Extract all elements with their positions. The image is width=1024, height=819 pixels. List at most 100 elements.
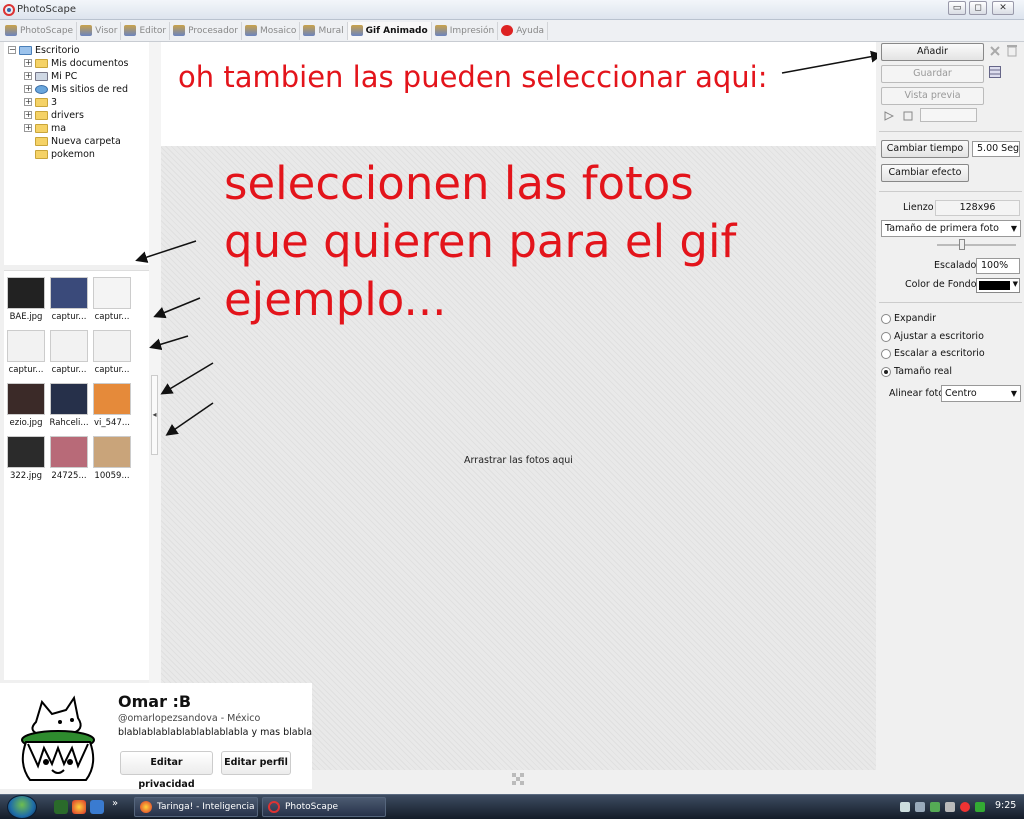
usb-tray-icon[interactable] xyxy=(915,802,925,812)
tree-item[interactable]: + Mis documentos xyxy=(24,57,129,69)
tab-ayuda[interactable]: Ayuda xyxy=(498,21,549,40)
edit-profile-button[interactable]: Editar perfil xyxy=(221,751,291,775)
collapse-icon[interactable]: − xyxy=(8,46,16,54)
show-desktop-icon[interactable] xyxy=(54,800,68,814)
tab-editor[interactable]: Editor xyxy=(121,21,171,40)
tab-impresion[interactable]: Impresión xyxy=(432,21,499,40)
thumbnail[interactable]: captur... xyxy=(92,277,132,327)
playback-progress xyxy=(920,108,977,122)
taskbar-item-photoscape[interactable]: PhotoScape xyxy=(262,797,386,817)
expand-icon[interactable]: + xyxy=(24,59,32,67)
thumbnail[interactable]: captur... xyxy=(49,330,89,380)
thumbnail-image xyxy=(93,383,131,415)
scale-slider-track[interactable] xyxy=(937,244,1016,246)
thumbnail[interactable]: 322.jpg xyxy=(6,436,46,486)
add-button[interactable]: Añadir xyxy=(881,43,984,61)
radio-tamano-real[interactable]: Tamaño real xyxy=(881,366,952,377)
canvas-size-label: Lienzo xyxy=(903,202,934,213)
tab-procesador[interactable]: Procesador xyxy=(170,21,242,40)
play-icon[interactable] xyxy=(884,111,894,121)
thumbnail[interactable]: vi_547... xyxy=(92,383,132,433)
thumbnail-image xyxy=(93,277,131,309)
maximize-button[interactable]: ◻ xyxy=(969,1,987,15)
tree-item[interactable]: + ma xyxy=(24,122,66,134)
thumbnail-image xyxy=(7,277,45,309)
help-icon xyxy=(501,25,514,36)
update-tray-icon[interactable] xyxy=(975,802,985,812)
drop-hint: Arrastrar las fotos aqui xyxy=(464,455,573,466)
taskbar-item-browser[interactable]: Taringa! - Inteligencia ... xyxy=(134,797,258,817)
chevron-down-icon: ▼ xyxy=(1012,280,1018,288)
thumbnail[interactable]: captur... xyxy=(92,330,132,380)
photoscape-icon xyxy=(5,25,17,36)
thumbnail-image xyxy=(7,383,45,415)
thumbnail[interactable]: 10059... xyxy=(92,436,132,486)
alert-tray-icon[interactable] xyxy=(960,802,970,812)
background-color-picker[interactable]: ▼ xyxy=(976,278,1020,293)
tab-mural[interactable]: Mural xyxy=(300,21,348,40)
tree-item[interactable]: pokemon xyxy=(35,148,95,160)
profile-handle: @omarlopezsandova - México xyxy=(118,713,261,724)
chrome-icon[interactable] xyxy=(72,800,86,814)
tree-item[interactable]: +3 xyxy=(24,96,57,108)
frame-strip-area[interactable] xyxy=(161,42,876,146)
change-effect-button[interactable]: Cambiar efecto xyxy=(881,164,969,182)
scale-input[interactable]: 100% xyxy=(976,258,1020,274)
preview-button[interactable]: Vista previa xyxy=(881,87,984,105)
radio-escalar[interactable]: Escalar a escritorio xyxy=(881,348,985,359)
radio-icon xyxy=(881,313,891,324)
tree-root-escritorio[interactable]: − Escritorio xyxy=(8,44,80,56)
expand-icon[interactable]: + xyxy=(24,98,32,106)
collapse-panel-handle[interactable]: ◂ xyxy=(151,375,158,455)
thumbnail[interactable]: captur... xyxy=(49,277,89,327)
thumbnail[interactable]: captur... xyxy=(6,330,46,380)
expand-icon[interactable]: + xyxy=(24,85,32,93)
tree-item[interactable]: Nueva carpeta xyxy=(35,135,121,147)
quicklaunch-overflow-icon[interactable]: » xyxy=(112,798,118,809)
tab-visor[interactable]: Visor xyxy=(77,21,122,40)
scale-slider-thumb[interactable] xyxy=(959,239,965,250)
tree-item[interactable]: + Mi PC xyxy=(24,70,77,82)
stop-icon[interactable] xyxy=(903,111,913,121)
canvas-size-select-value: Tamaño de primera foto xyxy=(885,223,999,234)
thumbnail[interactable]: BAE.jpg xyxy=(6,277,46,327)
tab-mosaico[interactable]: Mosaico xyxy=(242,21,301,40)
network-tray-icon[interactable] xyxy=(900,802,910,812)
mosaic-icon xyxy=(245,25,257,36)
radio-ajustar[interactable]: Ajustar a escritorio xyxy=(881,331,984,342)
tab-photoscape[interactable]: PhotoScape xyxy=(2,21,78,40)
tree-item[interactable]: + drivers xyxy=(24,109,84,121)
remove-icon[interactable] xyxy=(989,45,1001,57)
expand-icon[interactable]: + xyxy=(24,72,32,80)
photo-thumbnails: BAE.jpg captur... captur... captur... ca… xyxy=(4,270,149,680)
save-button[interactable]: Guardar xyxy=(881,65,984,83)
tab-gif-animado[interactable]: Gif Animado xyxy=(347,21,432,40)
expand-icon[interactable]: + xyxy=(24,111,32,119)
editor-icon xyxy=(124,25,137,36)
change-time-button[interactable]: Cambiar tiempo xyxy=(881,140,969,158)
canvas-size-select[interactable]: Tamaño de primera foto ▼ xyxy=(881,220,1021,237)
folder-icon xyxy=(35,58,48,68)
thumbnail[interactable]: ezio.jpg xyxy=(6,383,46,433)
trash-icon[interactable] xyxy=(1006,44,1018,57)
frames-list-icon[interactable] xyxy=(989,66,1001,78)
thumbnail-caption: BAE.jpg xyxy=(9,312,43,322)
thumbnail[interactable]: Rahceli... xyxy=(49,383,89,433)
antivirus-tray-icon[interactable] xyxy=(930,802,940,812)
taskbar-clock[interactable]: 9:25 xyxy=(995,800,1016,811)
explorer-icon[interactable] xyxy=(90,800,104,814)
close-button[interactable]: ✕ xyxy=(992,1,1014,15)
align-select[interactable]: Centro ▼ xyxy=(941,385,1021,402)
thumbnail-image xyxy=(7,330,45,362)
volume-tray-icon[interactable] xyxy=(945,802,955,812)
minimize-button[interactable]: ▭ xyxy=(948,1,966,15)
radio-expandir[interactable]: Expandir xyxy=(881,313,936,324)
edit-privacy-button[interactable]: Editar privacidad xyxy=(120,751,213,790)
computer-icon xyxy=(35,71,48,81)
expand-icon[interactable]: + xyxy=(24,124,32,132)
tree-item[interactable]: + Mis sitios de red xyxy=(24,83,128,95)
start-button[interactable] xyxy=(7,795,37,819)
thumbnail-caption: captur... xyxy=(94,365,130,375)
thumbnail[interactable]: 24725... xyxy=(49,436,89,486)
resize-grip-icon[interactable] xyxy=(512,773,524,785)
